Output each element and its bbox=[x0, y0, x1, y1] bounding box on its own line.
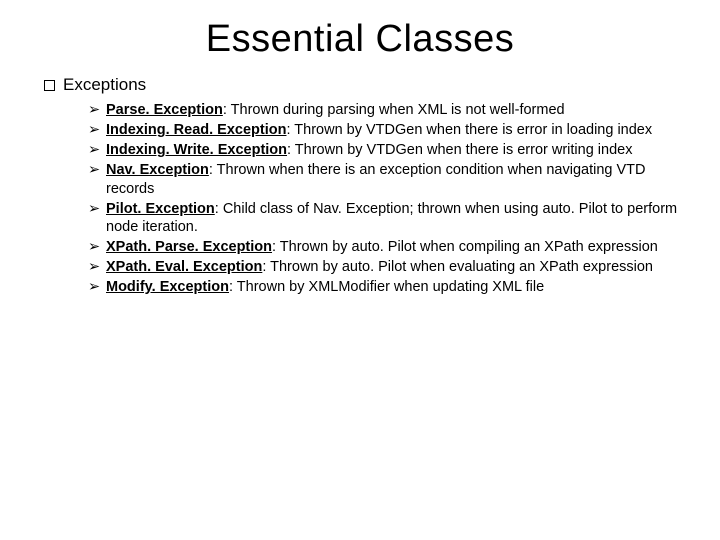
arrow-icon: ➢ bbox=[88, 101, 106, 119]
arrow-icon: ➢ bbox=[88, 141, 106, 159]
list-item: ➢Nav. Exception: Thrown when there is an… bbox=[88, 161, 680, 197]
list-item: ➢Pilot. Exception: Child class of Nav. E… bbox=[88, 200, 680, 236]
exception-list: ➢Parse. Exception: Thrown during parsing… bbox=[88, 101, 680, 296]
exception-name: Nav. Exception bbox=[106, 162, 209, 178]
section-label: Exceptions bbox=[63, 75, 146, 94]
exception-desc: : Thrown by VTDGen when there is error i… bbox=[286, 122, 652, 138]
exception-name: Parse. Exception bbox=[106, 102, 223, 118]
bullet-square-icon bbox=[44, 80, 55, 91]
section-exceptions: Exceptions ➢Parse. Exception: Thrown dur… bbox=[44, 75, 680, 296]
exception-name: Indexing. Write. Exception bbox=[106, 142, 287, 158]
exception-name: Indexing. Read. Exception bbox=[106, 122, 286, 138]
arrow-icon: ➢ bbox=[88, 278, 106, 296]
list-item: ➢XPath. Parse. Exception: Thrown by auto… bbox=[88, 238, 680, 256]
arrow-icon: ➢ bbox=[88, 200, 106, 218]
list-item: ➢Indexing. Read. Exception: Thrown by VT… bbox=[88, 121, 680, 139]
exception-desc: : Thrown by VTDGen when there is error w… bbox=[287, 142, 632, 158]
list-item: ➢Indexing. Write. Exception: Thrown by V… bbox=[88, 141, 680, 159]
page-title: Essential Classes bbox=[40, 18, 680, 61]
exception-desc: : Thrown by auto. Pilot when evaluating … bbox=[262, 259, 653, 275]
slide: Essential Classes Exceptions ➢Parse. Exc… bbox=[0, 0, 720, 540]
list-item: ➢Parse. Exception: Thrown during parsing… bbox=[88, 101, 680, 119]
arrow-icon: ➢ bbox=[88, 258, 106, 276]
exception-desc: : Thrown by XMLModifier when updating XM… bbox=[229, 279, 544, 295]
exception-desc: : Thrown during parsing when XML is not … bbox=[223, 102, 565, 118]
list-item: ➢XPath. Eval. Exception: Thrown by auto.… bbox=[88, 258, 680, 276]
arrow-icon: ➢ bbox=[88, 161, 106, 179]
exception-name: XPath. Parse. Exception bbox=[106, 239, 272, 255]
exception-name: Pilot. Exception bbox=[106, 201, 215, 217]
arrow-icon: ➢ bbox=[88, 121, 106, 139]
section-header: Exceptions bbox=[44, 75, 680, 95]
exception-name: XPath. Eval. Exception bbox=[106, 259, 262, 275]
exception-name: Modify. Exception bbox=[106, 279, 229, 295]
list-item: ➢Modify. Exception: Thrown by XMLModifie… bbox=[88, 278, 680, 296]
exception-desc: : Thrown by auto. Pilot when compiling a… bbox=[272, 239, 658, 255]
arrow-icon: ➢ bbox=[88, 238, 106, 256]
